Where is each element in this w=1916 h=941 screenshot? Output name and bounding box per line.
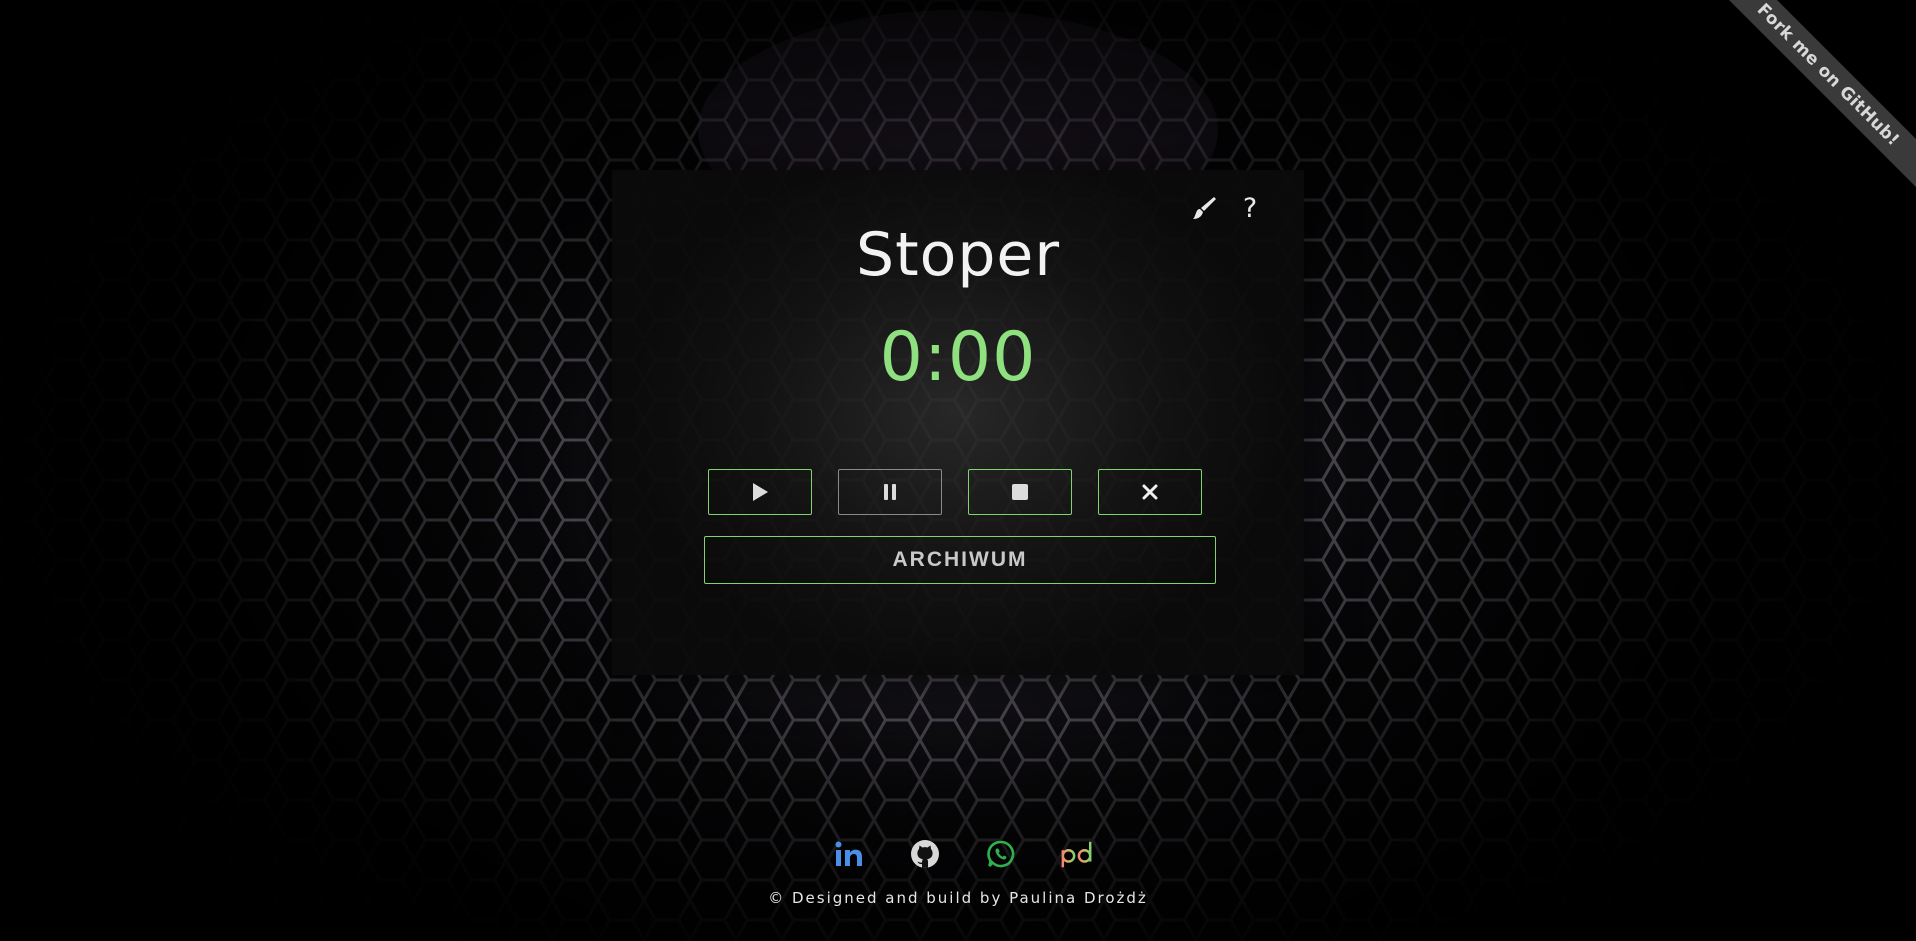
pd-link[interactable]	[1060, 837, 1094, 871]
footer-credit: © Designed and build by Paulina Drożdż	[768, 889, 1148, 907]
linkedin-icon	[835, 841, 862, 866]
fork-ribbon[interactable]: Fork me on GitHub!	[1696, 0, 1916, 220]
stopwatch-card: ? Stoper 0:00 ARCHIWUM	[612, 170, 1304, 675]
page: Fork me on GitHub! ? Stoper 0:00 ARCHIWU…	[0, 0, 1916, 941]
pd-logo-icon	[1061, 841, 1092, 868]
pause-button[interactable]	[838, 469, 942, 515]
whatsapp-link[interactable]	[984, 837, 1018, 871]
whatsapp-icon	[987, 840, 1015, 868]
github-icon	[911, 840, 939, 868]
fork-ribbon-link[interactable]: Fork me on GitHub!	[1709, 0, 1916, 194]
time-display: 0:00	[879, 318, 1037, 397]
play-icon	[753, 483, 768, 501]
start-button[interactable]	[708, 469, 812, 515]
page-title: Stoper	[856, 220, 1060, 290]
close-icon	[1142, 484, 1158, 500]
linkedin-link[interactable]	[832, 837, 866, 871]
pause-icon	[884, 484, 896, 500]
stop-button[interactable]	[968, 469, 1072, 515]
reset-button[interactable]	[1098, 469, 1202, 515]
github-link[interactable]	[908, 837, 942, 871]
archive-button[interactable]: ARCHIWUM	[704, 536, 1216, 584]
controls	[708, 469, 1202, 515]
stop-icon	[1012, 484, 1028, 500]
social-links	[0, 837, 1916, 871]
